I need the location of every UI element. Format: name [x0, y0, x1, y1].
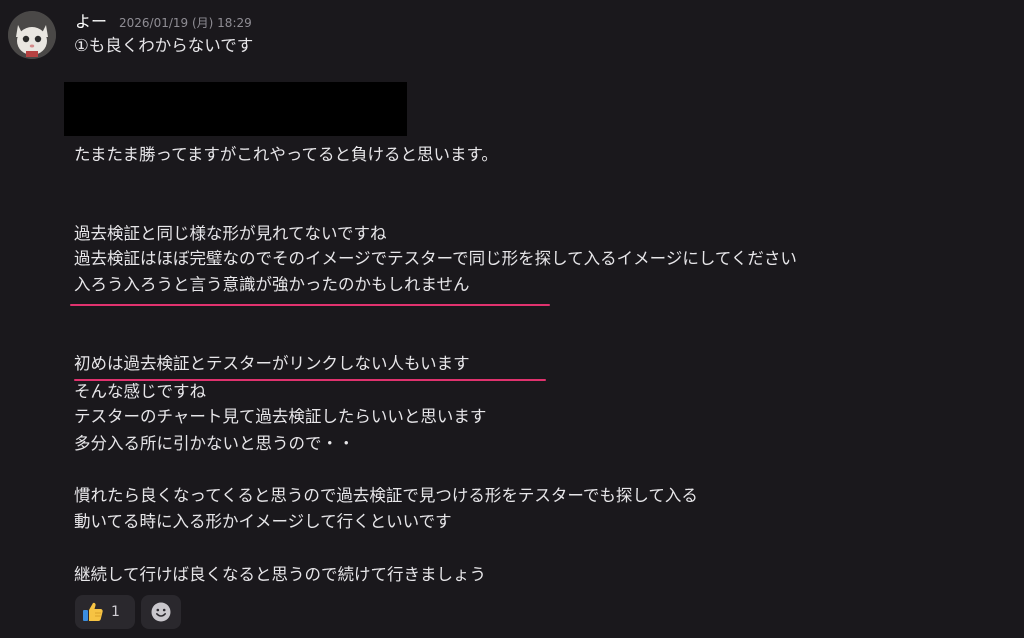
- message-line: テスターのチャート見て過去検証したらいいと思います: [74, 407, 487, 426]
- message-line: 慣れたら良くなってくると思うので過去検証で見つける形をテスターでも探して入る: [74, 486, 698, 505]
- smiley-icon: [151, 602, 171, 622]
- highlight-underline: [70, 304, 550, 306]
- message-line: 過去検証はほぼ完璧なのでそのイメージでテスターで同じ形を探して入るイメージにして…: [74, 249, 797, 268]
- chat-message: よー 2026/01/19 (月) 18:29 ①も良くわからないです たまたま…: [0, 0, 1024, 638]
- message-header: よー 2026/01/19 (月) 18:29: [75, 8, 252, 32]
- redacted-block: [64, 82, 407, 136]
- reaction-bar: 1: [75, 595, 181, 629]
- message-line: 過去検証と同じ様な形が見れてないですね: [74, 224, 387, 243]
- cat-avatar-icon: [8, 11, 56, 59]
- message-line: そんな感じですね: [74, 382, 206, 401]
- message-line: 初めは過去検証とテスターがリンクしない人もいます: [74, 354, 470, 373]
- message-line: たまたま勝ってますがこれやってると負けると思います。: [74, 145, 498, 164]
- message-line: 動いてる時に入る形かイメージして行くといいです: [74, 512, 452, 531]
- avatar[interactable]: [8, 11, 56, 59]
- message-line: ①も良くわからないです: [74, 36, 254, 55]
- author-name[interactable]: よー: [75, 8, 107, 32]
- thumbs-up-count: 1: [111, 604, 120, 620]
- thumbs-up-icon: [83, 602, 103, 621]
- message-line: 多分入る所に引かないと思うので・・: [74, 434, 355, 453]
- message-line: 継続して行けば良くなると思うので続けて行きましょう: [74, 565, 487, 584]
- add-reaction-button[interactable]: [141, 595, 181, 629]
- message-line: 入ろう入ろうと言う意識が強かったのかもしれません: [74, 275, 470, 294]
- message-timestamp: 2026/01/19 (月) 18:29: [119, 16, 252, 30]
- thumbs-up-reaction-button[interactable]: 1: [75, 595, 135, 629]
